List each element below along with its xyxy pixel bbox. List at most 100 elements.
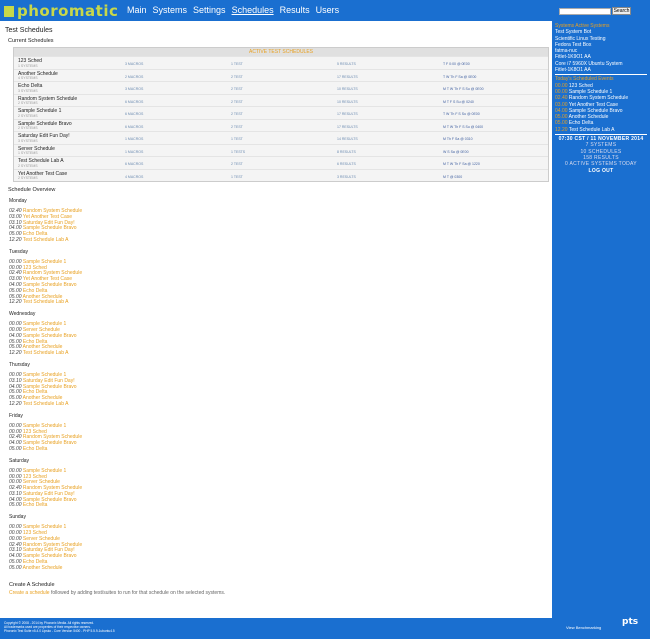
event-link[interactable]: Echo Delta xyxy=(23,502,47,509)
table-row[interactable]: Yet Another Test Case 2 SYSTEMS 4 MACROS 1 … xyxy=(14,168,548,182)
list-item: 05.00 Echo Delta xyxy=(9,503,547,509)
schedule-c1: 1 MACROS xyxy=(125,149,144,154)
schedule-c4: M T W Th F S Su @ 0400 xyxy=(443,124,484,129)
schedule-c2: 1 TEST xyxy=(231,62,243,66)
day-block: Tuesday 00.00 Sample Schedule 1 00.00 123 … xyxy=(9,249,547,306)
logout-link[interactable]: LOG OUT xyxy=(555,168,647,174)
create-schedule-text: followed by adding test/suites to run fo… xyxy=(50,589,226,596)
event-time: 05.00 xyxy=(555,120,568,127)
schedule-sub: 2 SYSTEMS xyxy=(18,101,38,105)
schedule-c3: 6 RESULTS xyxy=(337,162,356,166)
event-time: 05.00 xyxy=(9,564,22,571)
event-link[interactable]: Test Schedule Lab A xyxy=(23,401,69,407)
event-time: 12.20 xyxy=(9,299,22,306)
event-time: 05.00 xyxy=(9,502,22,509)
event-name: 123 Sched xyxy=(568,82,593,89)
overview-heading: Schedule Overview xyxy=(8,187,56,193)
schedule-c3: 5 RESULTS xyxy=(337,62,356,66)
schedule-c3: 17 RESULTS xyxy=(337,74,358,79)
schedule-c4: M T @ 0300 xyxy=(443,174,463,179)
table-row[interactable]: Random System Schedule 2 SYSTEMS 6 MACROS 2… xyxy=(14,93,548,107)
schedule-overview: Schedule Overview Monday 02.40 Random Sys… xyxy=(5,187,547,572)
table-row[interactable]: Server Schedule 1 SYSTEMS 1 MACROS 1 TESTS 8… xyxy=(14,143,548,157)
schedule-sub: 2 SYSTEMS xyxy=(18,113,38,118)
schedule-c2: 1 TEST xyxy=(231,174,243,179)
event-link[interactable]: Test Schedule Lab A xyxy=(23,350,69,356)
day-block: Thursday 00.00 Sample Schedule 1 03.10 Sat… xyxy=(9,362,547,408)
table-row[interactable]: Another Schedule 4 SYSTEMS 2 MACROS 2 TEST 1… xyxy=(14,68,548,82)
schedule-c1: 1 MACROS xyxy=(125,137,144,141)
event-time: 12.20 xyxy=(555,126,568,133)
day-block: Saturday 00.00 Sample Schedule 1 00.00 123… xyxy=(9,458,547,510)
nav-users[interactable]: Users xyxy=(316,5,340,15)
nav-results[interactable]: Results xyxy=(280,5,310,15)
list-item: 12.20 Test Schedule Lab A xyxy=(9,237,547,244)
event-name: Test Schedule Lab A xyxy=(568,126,615,133)
schedule-sub: 2 SYSTEMS xyxy=(18,176,38,180)
event-link[interactable]: Another Schedule xyxy=(23,565,63,571)
table-row[interactable]: 123 Sched 1 SYSTEMS 3 MACROS 1 TEST 5 RESULT… xyxy=(14,56,548,69)
schedule-c3: 17 RESULTS xyxy=(337,112,358,116)
day-name: Thursday xyxy=(9,361,30,368)
nav-main[interactable]: Main xyxy=(127,5,147,15)
view-benchmarking-link[interactable]: View Benchmarking xyxy=(566,626,601,630)
day-block: Friday 00.00 Sample Schedule 1 00.00 123 S… xyxy=(9,413,547,453)
schedule-c2: 1 TEST xyxy=(231,137,243,141)
event-name: Sample Schedule Bravo xyxy=(568,107,623,114)
schedule-c1: 3 MACROS xyxy=(125,62,144,66)
event-name: Sample Schedule 1 xyxy=(568,88,613,95)
footer: Copyright © 2008 - 2014 by Phoronix Medi… xyxy=(0,618,650,639)
sidebar-system[interactable]: Fitlet-1K8O1 AA xyxy=(555,67,647,73)
table-row[interactable]: Saturday Edit Fun Day! 3 SYSTEMS 1 MACROS 1… xyxy=(14,131,548,144)
day-block: Sunday 00.00 Sample Schedule 1 00.00 123 S… xyxy=(9,514,547,571)
event-link[interactable]: Echo Delta xyxy=(23,446,47,452)
day-name: Friday xyxy=(9,412,23,419)
logo-icon xyxy=(4,6,14,17)
schedule-c4: M T W Th F Sa @ 1220 xyxy=(443,162,480,166)
table-row[interactable]: Echo Delta 3 SYSTEMS 3 MACROS 2 TEST 10 RESU… xyxy=(14,81,548,94)
schedule-c4: M T F S Su @ 0240 xyxy=(443,99,474,104)
event-link[interactable]: Test Schedule Lab A xyxy=(23,237,69,243)
main-content: Test Schedules Current Schedules ACTIVE … xyxy=(0,21,552,618)
list-item: 12.20 Test Schedule Lab A xyxy=(9,350,547,357)
table-row[interactable]: Sample Schedule 12 SYSTEMS 6 MACROS 2 TEST… xyxy=(14,106,548,119)
schedule-c3: 17 RESULTS xyxy=(337,124,358,129)
schedule-c4: M T W Th F S Su @ 0E00 xyxy=(443,87,484,91)
day-name: Tuesday xyxy=(9,248,28,255)
schedule-c1: 4 MACROS xyxy=(125,174,144,179)
nav-settings[interactable]: Settings xyxy=(193,5,226,15)
schedule-c1: 6 MACROS xyxy=(125,124,144,129)
schedule-c4: T W Th F Sa @ 0E00 xyxy=(443,74,477,79)
schedule-c3: 10 RESULTS xyxy=(337,99,358,104)
active-schedules-table: ACTIVE TEST SCHEDULES 123 Sched 1 SYSTEMS… xyxy=(13,47,549,182)
day-name: Saturday xyxy=(9,457,30,464)
schedule-c2: 2 TEST xyxy=(231,74,243,79)
table-row[interactable]: Test Schedule Lab A2 SYSTEMS 6 MACROS 2 TE… xyxy=(14,156,548,169)
schedule-c3: 10 RESULTS xyxy=(337,87,358,91)
search-input[interactable] xyxy=(559,8,611,15)
event-name: Yet Another Test Case xyxy=(568,101,619,108)
schedule-c1: 6 MACROS xyxy=(125,162,144,166)
event-time: 05.00 xyxy=(9,445,22,452)
schedule-sub: 2 SYSTEMS xyxy=(18,163,38,168)
phoromatic-logo[interactable]: phoromatic xyxy=(4,2,118,20)
stat-line: 0 ACTIVE SYSTEMS TODAY xyxy=(565,161,637,168)
day-name: Wednesday xyxy=(9,311,36,318)
schedule-c2: 2 TEST xyxy=(231,124,243,129)
event-link[interactable]: Test Schedule Lab A xyxy=(23,299,69,305)
schedule-c3: 3 RESULTS xyxy=(337,174,356,179)
schedule-c2: 2 TEST xyxy=(231,162,243,166)
schedule-c3: 14 RESULTS xyxy=(337,137,358,141)
create-schedule-link[interactable]: Create a schedule xyxy=(9,590,50,596)
schedule-sub: 3 SYSTEMS xyxy=(18,88,38,93)
schedule-c3: 8 RESULTS xyxy=(337,149,356,154)
sidebar-event[interactable]: 12.20 Test Schedule Lab A xyxy=(555,127,647,133)
table-row[interactable]: Sample Schedule Bravo 2 SYSTEMS 6 MACROS 2 … xyxy=(14,118,548,132)
table-title: ACTIVE TEST SCHEDULES xyxy=(14,48,548,56)
nav-schedules[interactable]: Schedules xyxy=(232,5,274,15)
nav-systems[interactable]: Systems xyxy=(153,5,188,15)
search-button[interactable]: Search xyxy=(612,7,631,15)
event-time: 00.00 xyxy=(555,82,568,89)
list-item: 05.00 Another Schedule xyxy=(9,564,547,572)
event-name: Echo Delta xyxy=(568,120,594,127)
